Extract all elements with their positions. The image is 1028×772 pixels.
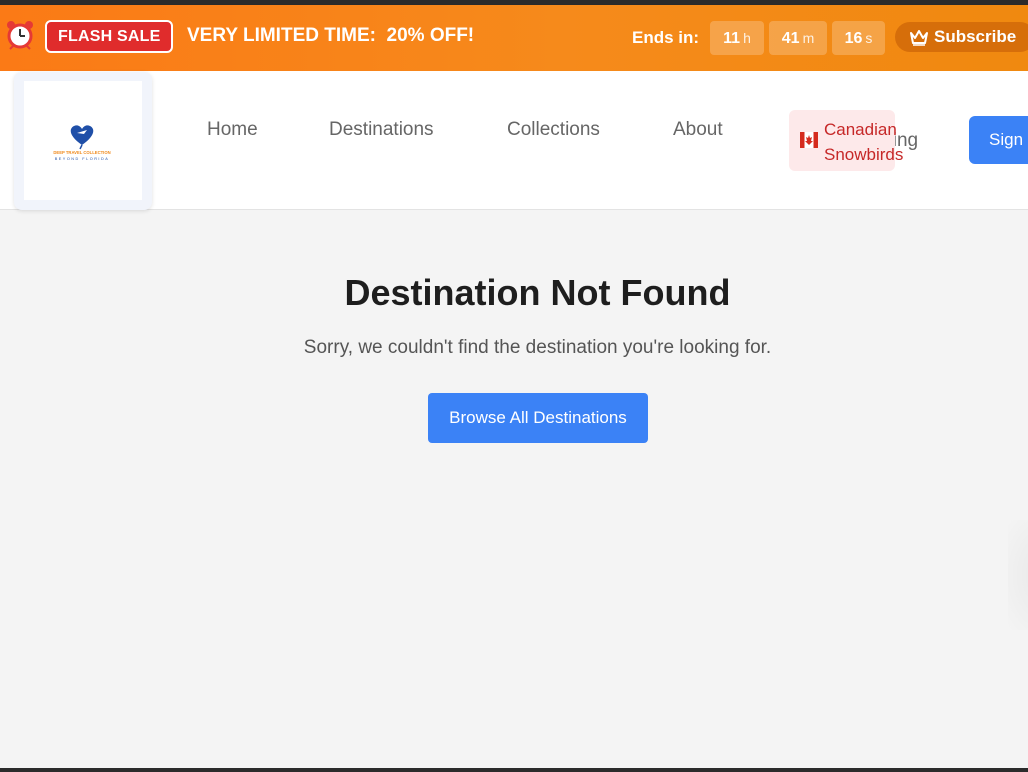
canada-flag-icon [800, 132, 818, 148]
heart-plane-logo-icon: DEEP TRAVEL COLLECTION BEYOND FLORIDA [53, 125, 111, 161]
logo-link[interactable]: DEEP TRAVEL COLLECTION BEYOND FLORIDA [14, 72, 152, 210]
nav-about[interactable]: About [673, 119, 723, 141]
nav-destinations[interactable]: Destinations [329, 119, 434, 141]
sign-in-button[interactable]: Sign In [969, 116, 1028, 164]
countdown-minutes-unit: m [802, 30, 815, 46]
alarm-clock-icon [7, 21, 33, 50]
snowbird-label-line2: Snowbirds [824, 145, 904, 164]
page-title: Destination Not Found [344, 272, 731, 313]
countdown-minutes-value: 41 [781, 30, 800, 47]
edge-shadow [1008, 520, 1028, 630]
countdown-hours-unit: h [743, 30, 751, 46]
not-found-message: Sorry, we couldn't find the destination … [303, 337, 772, 358]
countdown-minutes: 41 m [769, 21, 827, 55]
countdown-hours-value: 11 [723, 30, 741, 47]
subscribe-label: Subscribe [934, 27, 1017, 46]
logo-text-top: DEEP TRAVEL COLLECTION [53, 150, 110, 155]
nav-home[interactable]: Home [207, 119, 258, 141]
countdown-seconds-value: 16 [844, 30, 863, 47]
site-header: DEEP TRAVEL COLLECTION BEYOND FLORIDA Ho… [0, 71, 1028, 210]
countdown-label: Ends in: [632, 28, 700, 47]
snowbird-label-line1: Canadian [824, 120, 897, 139]
flash-sale-badge: FLASH SALE [45, 20, 174, 53]
promo-banner: FLASH SALE VERY LIMITED TIME: 20% OFF! E… [0, 5, 1028, 71]
browse-destinations-button[interactable]: Browse All Destinations [428, 393, 648, 443]
crown-icon [910, 30, 928, 46]
countdown-seconds-unit: s [865, 30, 873, 46]
bottom-edge-strip [0, 768, 1028, 772]
snowbird-label: Canadian Snowbirds [824, 117, 903, 167]
nav-canadian-snowbirds[interactable]: Canadian Snowbirds [789, 110, 903, 171]
countdown-hours: 11 h [710, 21, 764, 55]
nav-collections[interactable]: Collections [507, 119, 600, 141]
countdown-seconds: 16 s [832, 21, 885, 55]
subscribe-button[interactable]: Subscribe [895, 22, 1028, 52]
promo-headline: VERY LIMITED TIME: 20% OFF! [187, 25, 475, 46]
logo-text-bottom: BEYOND FLORIDA [55, 157, 110, 161]
logo: DEEP TRAVEL COLLECTION BEYOND FLORIDA [24, 81, 142, 200]
